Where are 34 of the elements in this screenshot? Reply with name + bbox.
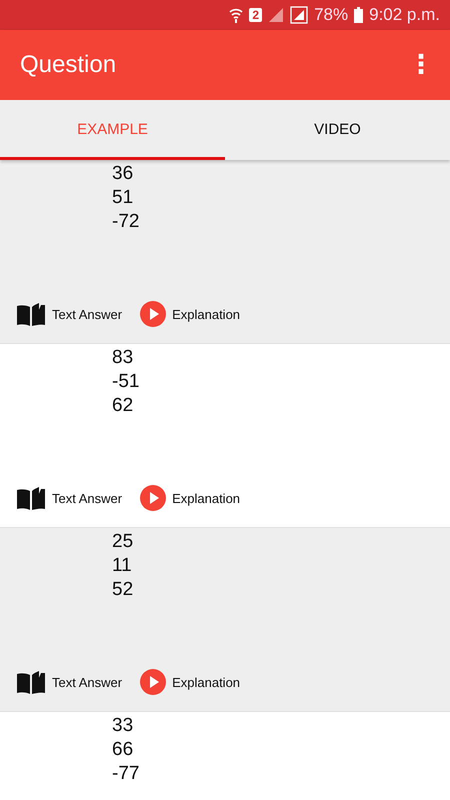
number-text: -72 [112, 210, 140, 234]
battery-icon [354, 7, 364, 23]
sim-number: 2 [249, 8, 262, 22]
number-text: 36 [112, 162, 134, 186]
action-button[interactable]: Explanation [138, 667, 242, 697]
signal-icon [290, 6, 308, 24]
action-button[interactable]: Explanation [138, 483, 242, 513]
battery-percent: 78% [314, 5, 348, 25]
number-text: 52 [112, 578, 134, 602]
screen-title: Question [20, 51, 116, 79]
action-button[interactable]: Text Answer [14, 667, 124, 697]
play-icon [140, 669, 166, 695]
number-text: 11 [112, 554, 133, 578]
action-button[interactable]: Explanation [138, 299, 242, 329]
number-text: 62 [112, 394, 134, 418]
menu-button[interactable]: ⋮ [402, 50, 440, 80]
book-icon [16, 670, 46, 694]
number-text: 83 [112, 346, 134, 370]
clock-time: 9:02 p.m. [369, 5, 440, 25]
number-text: -51 [112, 370, 140, 394]
number-text: -77 [112, 762, 140, 786]
number-text: 51 [112, 186, 134, 210]
number-text: 66 [112, 738, 134, 762]
book-icon [16, 302, 46, 326]
play-icon [140, 301, 166, 327]
signal-icon [268, 7, 284, 23]
wifi-icon [229, 7, 244, 23]
number-text: 33 [112, 714, 134, 738]
tab[interactable]: VIDEO [225, 100, 450, 160]
action-button[interactable]: Text Answer [14, 299, 124, 329]
book-icon [16, 486, 46, 510]
number-text: 25 [112, 530, 134, 554]
action-button[interactable]: Text Answer [14, 483, 124, 513]
play-icon [140, 485, 166, 511]
